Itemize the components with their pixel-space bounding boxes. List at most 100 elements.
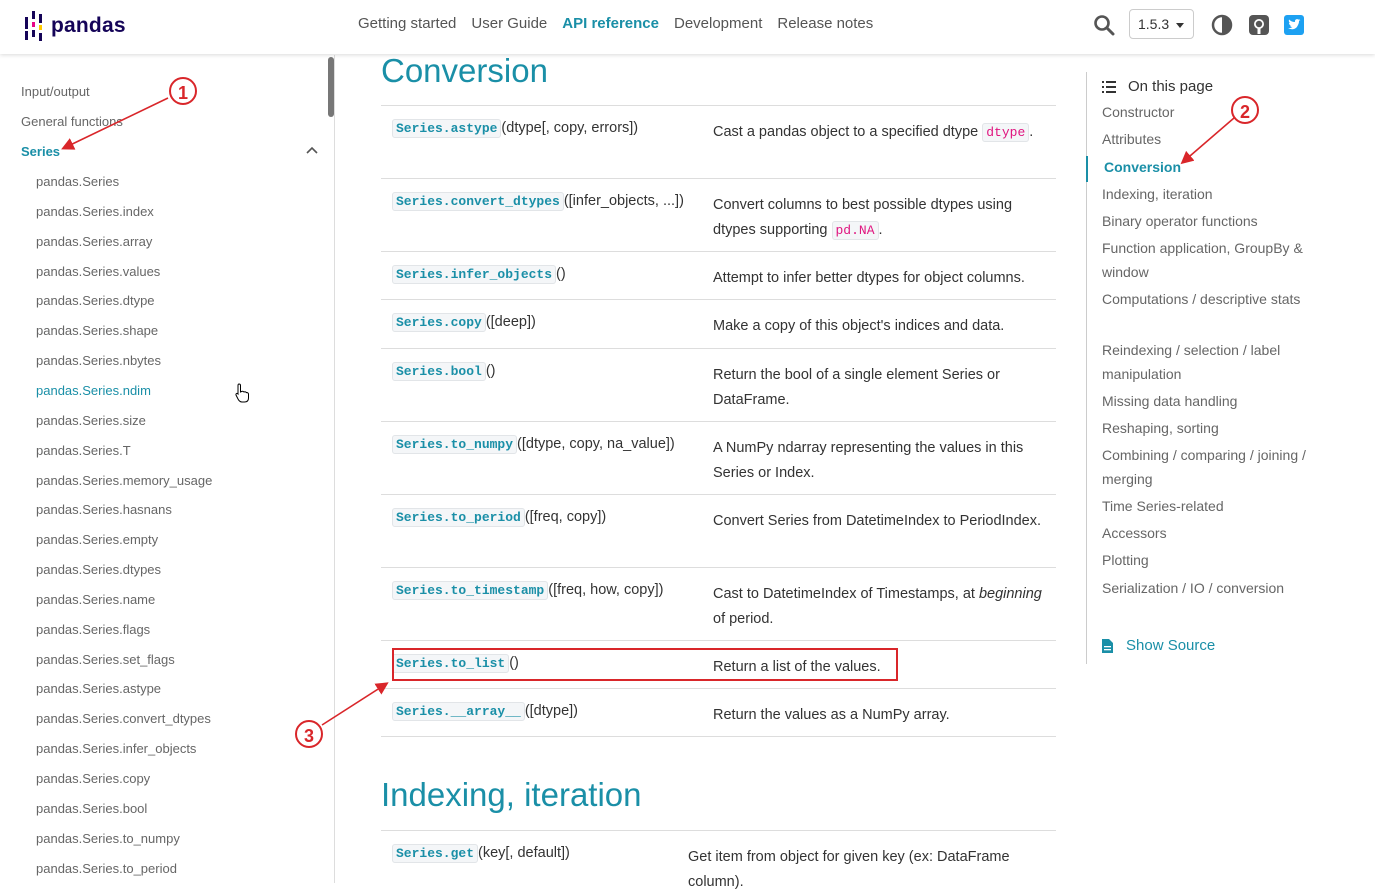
sidebar-item-series-member[interactable]: pandas.Series.flags (36, 622, 150, 637)
sidebar-item-series-member[interactable]: pandas.Series.to_numpy (36, 831, 180, 846)
sidebar-item-series-member[interactable]: pandas.Series.convert_dtypes (36, 711, 211, 726)
sidebar-item-series-member[interactable]: pandas.Series.dtypes (36, 562, 161, 577)
table-row: Series.__array__ ([dtype]) Return the valu… (381, 688, 1056, 737)
sidebar-item-series-member[interactable]: pandas.Series.memory_usage (36, 473, 212, 488)
page-toc: On this page Constructor Attributes Conver… (1086, 72, 1327, 664)
api-description: Convert Series from DatetimeIndex to Per… (713, 509, 1043, 534)
toc-item[interactable]: Conversion (1104, 155, 1319, 179)
api-description: Return the bool of a single element Seri… (713, 363, 1043, 413)
sidebar-item-series-member[interactable]: pandas.Series.index (36, 204, 154, 219)
inline-code: pd.NA (831, 221, 879, 240)
table-row: Series.to_numpy ([dtype, copy, na_value])… (381, 421, 1056, 495)
api-signature: Series.__array__ ([dtype]) (392, 702, 712, 721)
api-link[interactable]: Series.infer_objects (392, 265, 557, 284)
sidebar-item-series-member[interactable]: pandas.Series.name (36, 592, 155, 607)
toc-item[interactable]: Accessors (1102, 521, 1317, 545)
sidebar-item-general-functions[interactable]: General functions (21, 114, 123, 129)
toc-item[interactable]: Reshaping, sorting (1102, 416, 1317, 440)
sidebar-item-series-member[interactable]: pandas.Series.copy (36, 771, 150, 786)
api-description: Return the values as a NumPy array. (713, 703, 1043, 728)
sidebar-item-series-member[interactable]: pandas.Series (36, 174, 119, 189)
toc-item[interactable]: Missing data handling (1102, 389, 1317, 413)
sidebar-item-series-member[interactable]: pandas.Series.dtype (36, 293, 155, 308)
nav-development[interactable]: Development (674, 15, 762, 32)
toc-item[interactable]: Combining / comparing / joining / mergin… (1102, 443, 1317, 491)
toc-item[interactable]: Reindexing / selection / label manipulat… (1102, 338, 1317, 386)
toc-item[interactable]: Computations / descriptive stats (1102, 287, 1317, 311)
toc-item[interactable]: Indexing, iteration (1102, 182, 1317, 206)
toc-item[interactable]: Attributes (1102, 127, 1317, 151)
sidebar-item-series-member[interactable]: pandas.Series.size (36, 413, 146, 428)
sidebar-section-series[interactable]: Series (21, 144, 60, 159)
chevron-up-icon[interactable] (306, 146, 318, 154)
inline-code: dtype (982, 123, 1030, 142)
api-description: Make a copy of this object's indices and… (713, 314, 1043, 339)
sidebar-item-series-member[interactable]: pandas.Series.set_flags (36, 652, 175, 667)
api-signature: Series.to_timestamp ([freq, how, copy]) (392, 581, 712, 600)
api-signature: Series.infer_objects() (392, 265, 712, 284)
table-row: Series.infer_objects() Attempt to infer b… (381, 251, 1056, 300)
nav-getting-started[interactable]: Getting started (358, 15, 456, 32)
github-icon[interactable] (1248, 14, 1270, 36)
api-link[interactable]: Series.__array__ (392, 702, 525, 721)
api-params: (key[, default]) (478, 845, 570, 861)
api-params: ([dtype]) (524, 703, 579, 719)
theme-toggle-icon[interactable] (1211, 14, 1233, 36)
api-signature: Series.convert_dtypes ([infer_objects, ..… (392, 192, 712, 211)
sidebar-scrollbar[interactable] (328, 57, 334, 117)
sidebar-item-series-member[interactable]: pandas.Series.array (36, 234, 152, 249)
nav-release-notes[interactable]: Release notes (777, 15, 873, 32)
table-row: Series.copy ([deep]) Make a copy of this o… (381, 299, 1056, 349)
sidebar-item-series-member[interactable]: pandas.Series.hasnans (36, 502, 172, 517)
version-dropdown[interactable]: 1.5.3 (1129, 9, 1194, 39)
sidebar-item-input-output[interactable]: Input/output (21, 84, 90, 99)
sidebar-item-series-member[interactable]: pandas.Series.bool (36, 801, 147, 816)
toc-heading-text: On this page (1128, 78, 1214, 95)
sidebar-item-series-member[interactable]: pandas.Series.to_period (36, 861, 177, 876)
toc-item[interactable]: Function application, GroupBy & window (1102, 236, 1317, 284)
api-link[interactable]: Series.to_timestamp (392, 581, 549, 600)
sidebar-item-series-member[interactable]: pandas.Series.shape (36, 323, 158, 338)
sidebar-item-series-member[interactable]: pandas.Series.astype (36, 681, 161, 696)
pandas-logo[interactable]: pandas (24, 10, 126, 42)
toc-item[interactable]: Time Series-related (1102, 494, 1317, 518)
api-link[interactable]: Series.convert_dtypes (392, 192, 564, 211)
sidebar-item-series-member[interactable]: pandas.Series.empty (36, 532, 158, 547)
api-link[interactable]: Series.to_numpy (392, 435, 518, 454)
api-link[interactable]: Series.astype (392, 119, 502, 138)
api-link[interactable]: Series.to_period (392, 508, 525, 527)
api-description: Get item from object for given key (ex: … (688, 849, 1010, 890)
section-title-indexing: Indexing, iteration (381, 776, 642, 813)
sidebar-item-series-member[interactable]: pandas.Series.ndim (36, 383, 151, 398)
api-link[interactable]: Series.copy (392, 313, 486, 332)
search-icon[interactable] (1093, 14, 1115, 36)
api-link[interactable]: Series.get (392, 844, 479, 863)
api-params: ([infer_objects, ...]) (563, 193, 684, 209)
description-suffix: . (1029, 124, 1034, 140)
sidebar-item-series-member[interactable]: pandas.Series.nbytes (36, 353, 161, 368)
description-suffix: of period. (713, 611, 774, 627)
top-navbar: pandas Getting started User Guide API re… (0, 0, 1375, 54)
description-suffix: . (878, 222, 883, 238)
show-source-link[interactable]: Show Source (1102, 637, 1215, 654)
sidebar-item-series-member[interactable]: pandas.Series.values (36, 264, 160, 279)
api-signature: Series.bool() (392, 362, 712, 381)
api-description: Convert columns to best possible dtypes … (713, 193, 1043, 243)
api-params: (dtype[, copy, errors]) (501, 120, 639, 136)
callout-1: 1 (169, 77, 197, 105)
pandas-logo-icon (25, 11, 42, 41)
api-signature: Series.to_period ([freq, copy]) (392, 508, 712, 527)
api-params: ([freq, copy]) (524, 509, 607, 525)
toc-item[interactable]: Binary operator functions (1102, 209, 1317, 233)
toc-item[interactable]: Constructor (1102, 100, 1317, 124)
toc-item[interactable]: Serialization / IO / conversion (1102, 576, 1317, 600)
sidebar-item-series-member[interactable]: pandas.Series.infer_objects (36, 741, 196, 756)
sidebar-item-series-member[interactable]: pandas.Series.T (36, 443, 131, 458)
description-text: Convert Series from DatetimeIndex to Per… (713, 513, 1042, 529)
nav-api-reference[interactable]: API reference (562, 15, 659, 32)
twitter-icon[interactable] (1283, 14, 1305, 36)
nav-user-guide[interactable]: User Guide (471, 15, 547, 32)
api-link[interactable]: Series.bool (392, 362, 486, 381)
toc-item[interactable]: Plotting (1102, 548, 1317, 572)
api-signature: Series.get (key[, default]) (392, 844, 712, 863)
